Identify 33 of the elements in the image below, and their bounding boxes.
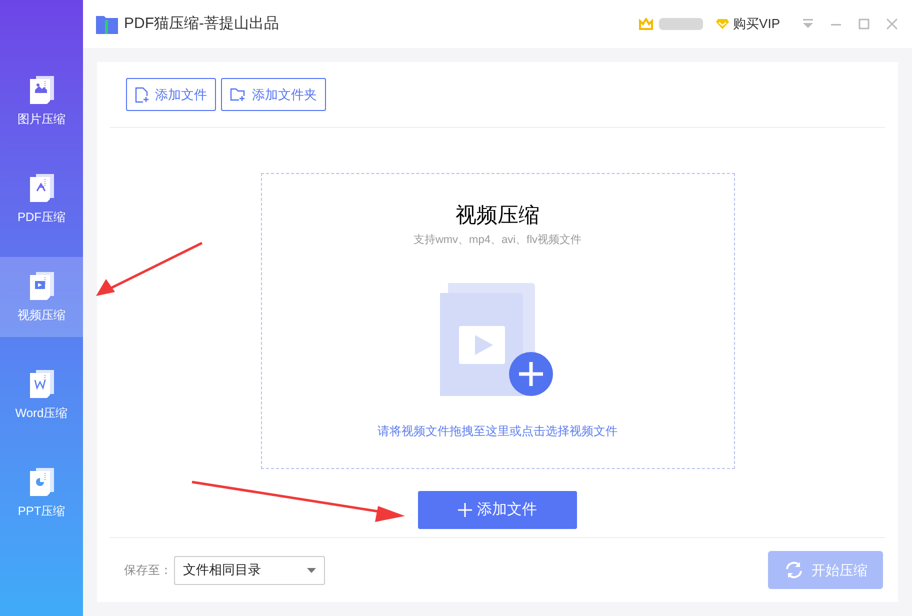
add-folder-icon xyxy=(230,87,246,102)
sidebar-item[interactable]: 图片压缩 xyxy=(0,61,83,141)
close-icon[interactable] xyxy=(886,18,898,30)
window-title: PDF猫压缩-菩提山出品 xyxy=(124,14,279,34)
caret-icon xyxy=(307,568,316,572)
crown-icon xyxy=(639,18,654,30)
document-icon xyxy=(30,468,54,496)
document-icon xyxy=(30,174,54,202)
save-to-label: 保存至： xyxy=(124,562,172,579)
add-file-icon xyxy=(135,86,149,102)
document-icon xyxy=(30,272,54,300)
sidebar-item[interactable]: 视频压缩 xyxy=(0,257,83,337)
add-folder-button[interactable]: 添加文件夹 xyxy=(221,78,326,111)
sidebar-item[interactable]: PDF压缩 xyxy=(0,159,83,239)
drop-zone-title: 视频压缩 xyxy=(456,203,540,229)
refresh-icon xyxy=(784,561,804,579)
sidebar-item[interactable]: Word压缩 xyxy=(0,355,83,435)
dropdown-menu-icon[interactable] xyxy=(802,19,814,29)
blurred-username xyxy=(659,18,704,30)
document-icon xyxy=(30,370,54,398)
sidebar-item[interactable]: PPT压缩 xyxy=(0,453,83,533)
plus-icon xyxy=(458,503,472,517)
add-file-button[interactable]: 添加文件 xyxy=(418,491,577,529)
buy-vip-link[interactable]: 购买VIP xyxy=(733,14,780,34)
add-file-button[interactable]: 添加文件 xyxy=(126,78,216,111)
drop-zone-hint: 请将视频文件拖拽至这里或点击选择视频文件 xyxy=(378,422,618,440)
app-logo-icon xyxy=(96,14,118,34)
drop-zone-subtitle: 支持wmv、mp4、avi、flv视频文件 xyxy=(413,232,582,248)
diamond-icon xyxy=(715,18,730,30)
maximize-icon[interactable] xyxy=(858,18,870,30)
save-location-dropdown[interactable]: 文件相同目录 xyxy=(174,556,325,584)
document-icon xyxy=(30,76,54,104)
drop-zone[interactable]: 视频压缩 支持wmv、mp4、avi、flv视频文件 请将视频文件拖拽至这里或点击选择视频文件 xyxy=(260,173,734,469)
